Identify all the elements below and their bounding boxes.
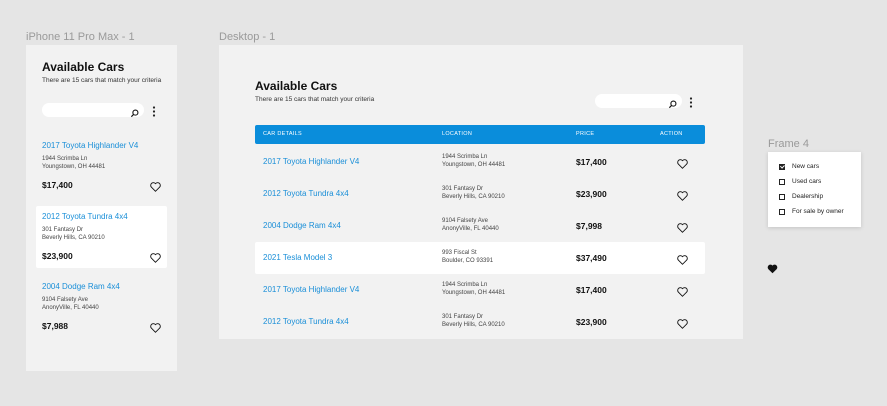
filter-option-label: For sale by owner	[792, 208, 844, 215]
filter-option-label: Used cars	[792, 178, 822, 185]
heart-icon[interactable]	[677, 156, 688, 174]
kebab-menu-icon[interactable]	[152, 104, 156, 122]
car-address-line2: AnonyVille, FL 40440	[42, 305, 99, 311]
car-address-line2: Youngstown, OH 44481	[442, 162, 506, 168]
heart-icon[interactable]	[677, 316, 688, 334]
car-address-line2: Boulder, CO 93391	[442, 258, 494, 264]
heart-icon[interactable]	[677, 252, 688, 270]
filter-option-label: Dealership	[792, 193, 824, 200]
car-address-line1: 301 Fantasy Dr	[442, 314, 484, 320]
car-price: $17,400	[42, 180, 73, 190]
car-price: $7,998	[576, 221, 602, 231]
car-address-line2: Beverly Hills, CA 90210	[442, 322, 505, 328]
car-card[interactable]: 2017 Toyota Highlander V4 1944 Scrimba Ln…	[36, 135, 167, 197]
table-row[interactable]: 2004 Dodge Ram 4x4 9104 Falsety Ave AnonyV…	[255, 210, 705, 242]
heart-icon[interactable]	[677, 220, 688, 238]
table-row[interactable]: 2012 Toyota Tundra 4x4 301 Fantasy Dr Beve…	[255, 178, 705, 210]
car-price: $23,900	[42, 251, 73, 261]
filter-checkbox[interactable]	[779, 209, 785, 215]
results-subtitle: There are 15 cars that match your criter…	[255, 96, 375, 103]
car-address-line1: 9104 Falsety Ave	[442, 218, 488, 224]
car-address-line1: 9104 Falsety Ave	[42, 297, 88, 303]
car-name-link[interactable]: 2017 Toyota Highlander V4	[42, 141, 138, 150]
page-title: Available Cars	[255, 79, 338, 93]
kebab-menu-icon[interactable]	[689, 95, 693, 113]
car-address-line1: 993 Fiscal St	[442, 250, 477, 256]
page-title: Available Cars	[42, 60, 125, 74]
car-name-link[interactable]: 2004 Dodge Ram 4x4	[263, 221, 341, 230]
car-card[interactable]: 2012 Toyota Tundra 4x4 301 Fantasy Dr Beve…	[36, 206, 167, 268]
column-header-car-details: CAR DETAILS	[263, 131, 302, 137]
desktop-frame: Available Cars There are 15 cars that ma…	[219, 45, 743, 339]
car-price: $37,490	[576, 253, 607, 263]
heart-icon[interactable]	[150, 250, 161, 268]
search-icon[interactable]	[130, 105, 139, 123]
car-name-link[interactable]: 2012 Toyota Tundra 4x4	[263, 189, 349, 198]
frame-label-desktop: Desktop - 1	[219, 31, 276, 43]
car-name-link[interactable]: 2017 Toyota Highlander V4	[263, 157, 359, 166]
search-icon[interactable]	[668, 96, 677, 114]
search-input[interactable]	[42, 103, 144, 118]
car-name-link[interactable]: 2004 Dodge Ram 4x4	[42, 282, 120, 291]
filter-panel: New cars Used cars Dealership For sale by o…	[768, 152, 861, 227]
mobile-frame: Available Cars There are 15 cars that ma…	[26, 45, 177, 371]
car-name-link[interactable]: 2021 Tesla Model 3	[263, 253, 332, 262]
results-subtitle: There are 15 cars that match your criter…	[42, 77, 162, 84]
car-name-link[interactable]: 2012 Toyota Tundra 4x4	[42, 212, 128, 221]
column-header-action: ACTION	[660, 131, 683, 137]
car-address-line1: 1944 Scrimba Ln	[442, 154, 488, 160]
filter-checkbox[interactable]	[779, 194, 785, 200]
car-address-line1: 1944 Scrimba Ln	[42, 156, 88, 162]
car-address-line2: AnonyVille, FL 40440	[442, 226, 499, 232]
car-address-line1: 1944 Scrimba Ln	[442, 282, 488, 288]
heart-icon[interactable]	[677, 284, 688, 302]
heart-icon[interactable]	[677, 188, 688, 206]
car-address-line2: Beverly Hills, CA 90210	[442, 194, 505, 200]
filter-option-label: New cars	[792, 163, 820, 170]
table-header: CAR DETAILS LOCATION PRICE ACTION	[255, 125, 705, 144]
frame-label-filter: Frame 4	[768, 138, 809, 150]
car-address-line2: Youngstown, OH 44481	[442, 290, 506, 296]
car-price: $17,400	[576, 157, 607, 167]
filter-checkbox[interactable]	[779, 179, 785, 185]
column-header-location: LOCATION	[442, 131, 473, 137]
filter-checkbox[interactable]	[779, 164, 785, 170]
table-row[interactable]: 2017 Toyota Highlander V4 1944 Scrimba Ln…	[255, 274, 705, 306]
car-address-line1: 301 Fantasy Dr	[442, 186, 484, 192]
filter-option[interactable]: Dealership	[779, 193, 859, 203]
car-address-line2: Beverly Hills, CA 90210	[42, 235, 105, 241]
car-card[interactable]: 2004 Dodge Ram 4x4 9104 Falsety Ave AnonyV…	[36, 276, 167, 338]
car-address-line2: Youngstown, OH 44481	[42, 164, 106, 170]
heart-icon[interactable]	[150, 179, 161, 197]
table-row[interactable]: 2017 Toyota Highlander V4 1944 Scrimba Ln…	[255, 146, 705, 178]
filter-option[interactable]: For sale by owner	[779, 208, 859, 218]
filter-option[interactable]: New cars	[779, 163, 859, 173]
table-row[interactable]: 2021 Tesla Model 3 993 Fiscal St Boulder, …	[255, 242, 705, 274]
filter-option[interactable]: Used cars	[779, 178, 859, 188]
table-row[interactable]: 2012 Toyota Tundra 4x4 301 Fantasy Dr Beve…	[255, 306, 705, 338]
car-price: $17,400	[576, 285, 607, 295]
car-name-link[interactable]: 2017 Toyota Highlander V4	[263, 285, 359, 294]
heart-filled-icon[interactable]	[767, 261, 778, 279]
car-price: $7,988	[42, 321, 68, 331]
car-price: $23,900	[576, 189, 607, 199]
column-header-price: PRICE	[576, 131, 595, 137]
car-price: $23,900	[576, 317, 607, 327]
search-input[interactable]	[595, 94, 682, 109]
car-address-line1: 301 Fantasy Dr	[42, 227, 84, 233]
heart-icon[interactable]	[150, 320, 161, 338]
car-name-link[interactable]: 2012 Toyota Tundra 4x4	[263, 317, 349, 326]
frame-label-mobile: iPhone 11 Pro Max - 1	[26, 31, 135, 43]
